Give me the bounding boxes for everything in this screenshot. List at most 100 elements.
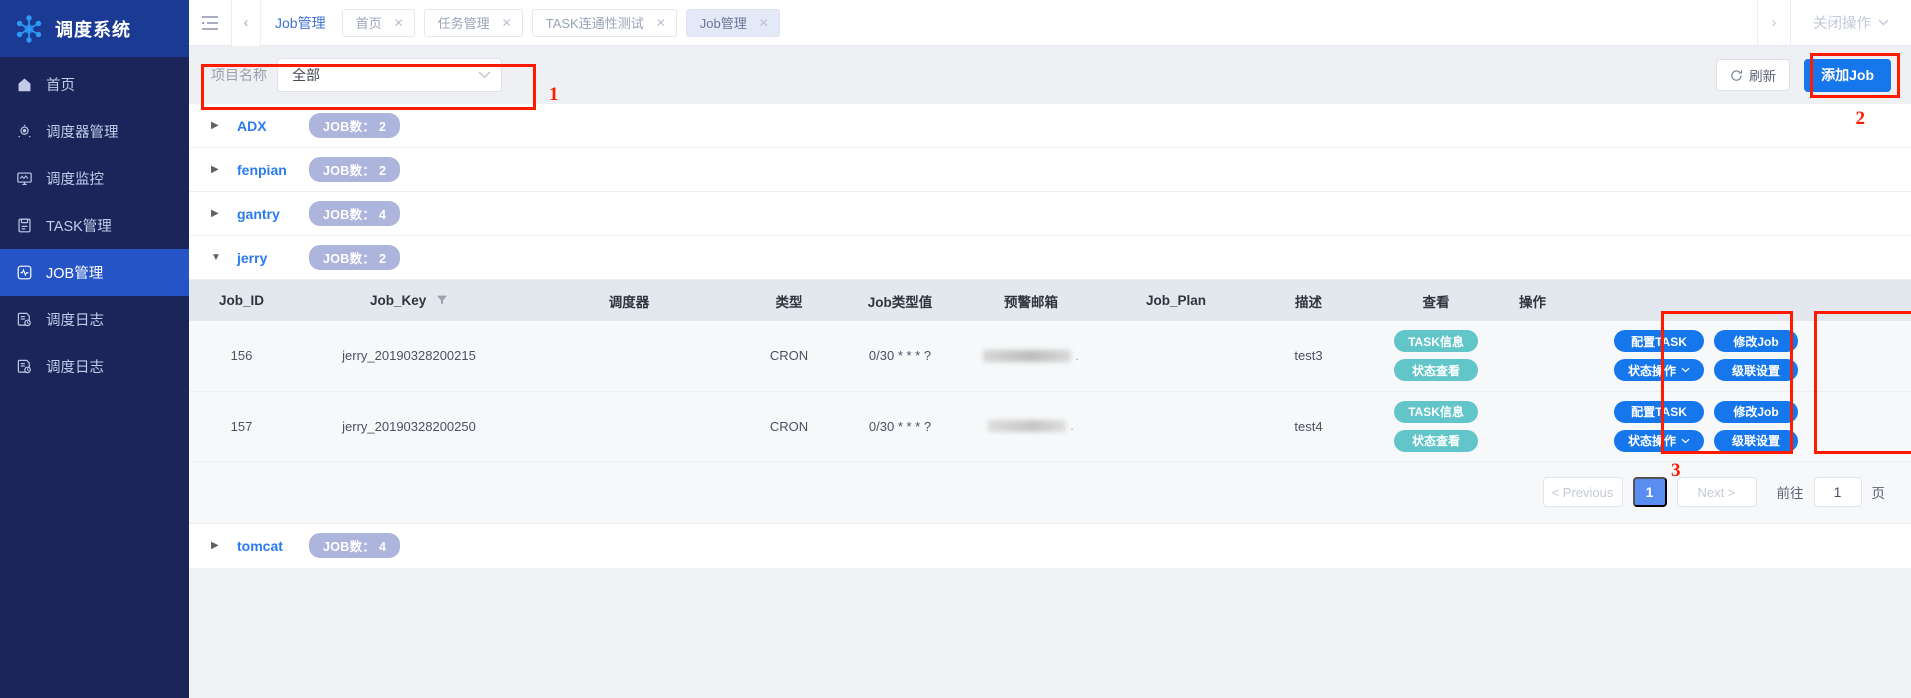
config-task-button[interactable]: 配置TASK <box>1613 330 1704 353</box>
modify-job-button[interactable]: 修改Job <box>1714 330 1798 353</box>
log-icon <box>15 358 33 376</box>
group-row-jerry[interactable]: ▼ jerry JOB数： 2 <box>189 236 1911 280</box>
goto-page-label: 前往 <box>1776 486 1804 501</box>
group-row-fenpian[interactable]: ▶ fenpian JOB数： 2 <box>189 148 1911 192</box>
cascade-settings-button[interactable]: 级联设置 <box>1714 429 1798 452</box>
filter-bar: 项目名称 全部 1 刷新 添加Job 2 <box>189 46 1911 129</box>
close-icon[interactable]: ✕ <box>656 16 666 30</box>
log-icon <box>15 311 33 329</box>
sidebar-item-scheduler-log-2[interactable]: 调度日志 <box>0 343 189 390</box>
group-row-tomcat[interactable]: ▶ tomcat JOB数： 4 <box>189 523 1911 568</box>
close-icon[interactable]: ✕ <box>502 16 512 30</box>
group-name[interactable]: fenpian <box>237 162 309 178</box>
chevron-right-icon: › <box>1771 14 1777 31</box>
tab-job-mgmt[interactable]: Job管理 ✕ <box>685 8 780 37</box>
close-operations-label: 关闭操作 <box>1813 16 1871 32</box>
sidebar-item-label: 调度器管理 <box>46 125 119 141</box>
col-alert-email: 预警邮箱 <box>956 280 1106 321</box>
email-suffix: . <box>1070 419 1074 433</box>
chevron-right-icon[interactable]: ▶ <box>211 208 237 219</box>
col-actions: 操作 <box>1501 280 1911 321</box>
table-header-row: Job_ID Job_Key 调度器 类型 Job类型值 预警邮箱 Job_Pl… <box>189 280 1911 321</box>
sidebar-item-scheduler-mgmt[interactable]: 调度器管理 <box>0 108 189 155</box>
home-icon <box>15 76 33 94</box>
sidebar-item-label: 首页 <box>46 78 75 94</box>
page-unit-label: 页 <box>1871 486 1886 501</box>
task-icon <box>15 217 33 235</box>
sidebar: 调度系统 首页 调度器管理 调度监控 TASK管理 JOB管理 调度日志 调度日… <box>0 0 189 698</box>
task-info-button[interactable]: TASK信息 <box>1394 330 1478 353</box>
redacted-email: . <box>957 349 1105 363</box>
sidebar-nav: 首页 调度器管理 调度监控 TASK管理 JOB管理 调度日志 调度日志 <box>0 61 189 390</box>
group-name[interactable]: tomcat <box>237 538 309 554</box>
tab-label: 首页 <box>355 16 382 31</box>
cell-job-plan <box>1106 321 1246 392</box>
filter-icon[interactable] <box>436 294 448 306</box>
chevron-right-icon[interactable]: ▶ <box>211 164 237 175</box>
status-operation-dropdown[interactable]: 状态操作 <box>1613 429 1704 452</box>
tab-task-connectivity-test[interactable]: TASK连通性测试 ✕ <box>531 8 677 37</box>
chevron-down-icon[interactable]: ▼ <box>211 252 237 263</box>
cascade-settings-button[interactable]: 级联设置 <box>1714 359 1798 382</box>
group-name[interactable]: ADX <box>237 118 309 134</box>
project-name-label: 项目名称 <box>211 67 267 83</box>
filter-right: 刷新 添加Job 2 <box>1716 53 1900 129</box>
col-view: 查看 <box>1371 280 1501 321</box>
chevron-right-icon[interactable]: ▶ <box>211 120 237 131</box>
sidebar-item-scheduler-log-1[interactable]: 调度日志 <box>0 296 189 343</box>
project-name-select[interactable]: 全部 <box>277 58 502 92</box>
topbar: ‹ Job管理 首页 ✕ 任务管理 ✕ TASK连通性测试 ✕ Job管理 ✕ … <box>189 0 1911 46</box>
close-icon[interactable]: ✕ <box>394 16 404 30</box>
tabs-scroll-right-button[interactable]: › <box>1757 0 1791 46</box>
refresh-button[interactable]: 刷新 <box>1716 59 1791 91</box>
status-operation-dropdown[interactable]: 状态操作 <box>1613 359 1704 382</box>
group-name[interactable]: jerry <box>237 250 309 266</box>
sidebar-item-scheduler-monitor[interactable]: 调度监控 <box>0 155 189 202</box>
tabs-scroll-left-button[interactable]: ‹ <box>231 0 261 46</box>
sidebar-item-label: 调度监控 <box>46 172 104 188</box>
previous-page-button[interactable]: < Previous <box>1542 477 1623 507</box>
chevron-down-icon <box>1878 19 1889 26</box>
chevron-down-icon <box>1681 438 1690 443</box>
cell-type-value: 0/30 * * * ? <box>844 321 956 392</box>
chevron-right-icon[interactable]: ▶ <box>211 540 237 551</box>
chevron-down-icon <box>1681 367 1690 373</box>
config-task-button[interactable]: 配置TASK <box>1613 400 1704 423</box>
goto-page-input[interactable] <box>1813 477 1862 507</box>
annotation-number-1: 1 <box>549 84 559 105</box>
col-type: 类型 <box>734 280 844 321</box>
group-row-gantry[interactable]: ▶ gantry JOB数： 4 <box>189 192 1911 236</box>
tab-label: TASK连通性测试 <box>545 16 644 31</box>
sidebar-item-task-mgmt[interactable]: TASK管理 <box>0 202 189 249</box>
next-page-button[interactable]: Next > <box>1676 477 1757 507</box>
status-view-button[interactable]: 状态查看 <box>1394 429 1478 452</box>
job-groups-panel: ▶ ADX JOB数： 2 ▶ fenpian JOB数： 2 ▶ gantry… <box>189 104 1911 568</box>
filter-left: 项目名称 全部 1 <box>201 58 559 110</box>
group-row-adx[interactable]: ▶ ADX JOB数： 2 <box>189 104 1911 148</box>
tab-home[interactable]: 首页 ✕ <box>341 8 415 37</box>
sidebar-collapse-button[interactable] <box>189 0 231 46</box>
col-type-value: Job类型值 <box>844 280 956 321</box>
col-job-key-label: Job_Key <box>369 293 427 308</box>
tab-task-mgmt[interactable]: 任务管理 ✕ <box>423 8 523 37</box>
close-operations-dropdown[interactable]: 关闭操作 <box>1791 0 1911 46</box>
app-root: 调度系统 首页 调度器管理 调度监控 TASK管理 JOB管理 调度日志 调度日… <box>0 0 1911 698</box>
sidebar-item-home[interactable]: 首页 <box>0 61 189 108</box>
modify-job-button[interactable]: 修改Job <box>1714 400 1798 423</box>
close-icon[interactable]: ✕ <box>759 16 769 30</box>
cell-view-actions: TASK信息 状态查看 <box>1371 321 1501 392</box>
cell-type-value: 0/30 * * * ? <box>844 391 956 462</box>
cell-scheduler <box>524 391 734 462</box>
sidebar-item-job-mgmt[interactable]: JOB管理 <box>0 249 189 296</box>
add-job-button[interactable]: 添加Job <box>1804 58 1891 92</box>
status-view-button[interactable]: 状态查看 <box>1394 359 1478 382</box>
redacted-email: . <box>957 419 1105 433</box>
status-operation-label: 状态操作 <box>1627 434 1676 448</box>
cell-job-id: 156 <box>189 321 294 392</box>
task-info-button[interactable]: TASK信息 <box>1394 400 1478 423</box>
cell-operations: 配置TASK 修改Job 状态操作 级联设置 <box>1501 391 1911 462</box>
col-job-key: Job_Key <box>294 280 524 321</box>
group-name[interactable]: gantry <box>237 206 309 222</box>
page-number-1-button[interactable]: 1 <box>1632 477 1667 507</box>
cell-alert-email: . <box>956 391 1106 462</box>
